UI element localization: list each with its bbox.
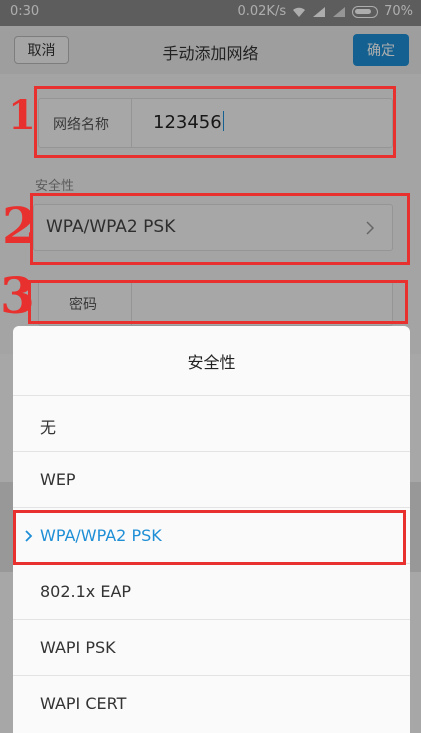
security-option-wapi-psk[interactable]: WAPI PSK: [13, 620, 410, 676]
security-option-wapi-cert[interactable]: WAPI CERT: [13, 676, 410, 732]
security-option-none[interactable]: 无: [13, 396, 410, 452]
annotation-box-1: [34, 86, 396, 158]
option-label: WEP: [40, 470, 76, 489]
annotation-box-selected: [13, 510, 406, 565]
option-label: WAPI CERT: [40, 694, 127, 713]
annotation-number-1: 1: [8, 92, 36, 139]
dialog-title: 安全性: [13, 326, 410, 396]
option-label: 无: [40, 418, 57, 437]
security-option-wep[interactable]: WEP: [13, 452, 410, 508]
option-label: WAPI PSK: [40, 638, 116, 657]
option-label: 802.1x EAP: [40, 582, 132, 601]
annotation-number-3: 3: [0, 266, 35, 325]
annotation-box-2: [30, 193, 410, 265]
security-option-8021x-eap[interactable]: 802.1x EAP: [13, 564, 410, 620]
annotation-number-2: 2: [2, 196, 37, 255]
annotation-box-3: [28, 280, 408, 324]
